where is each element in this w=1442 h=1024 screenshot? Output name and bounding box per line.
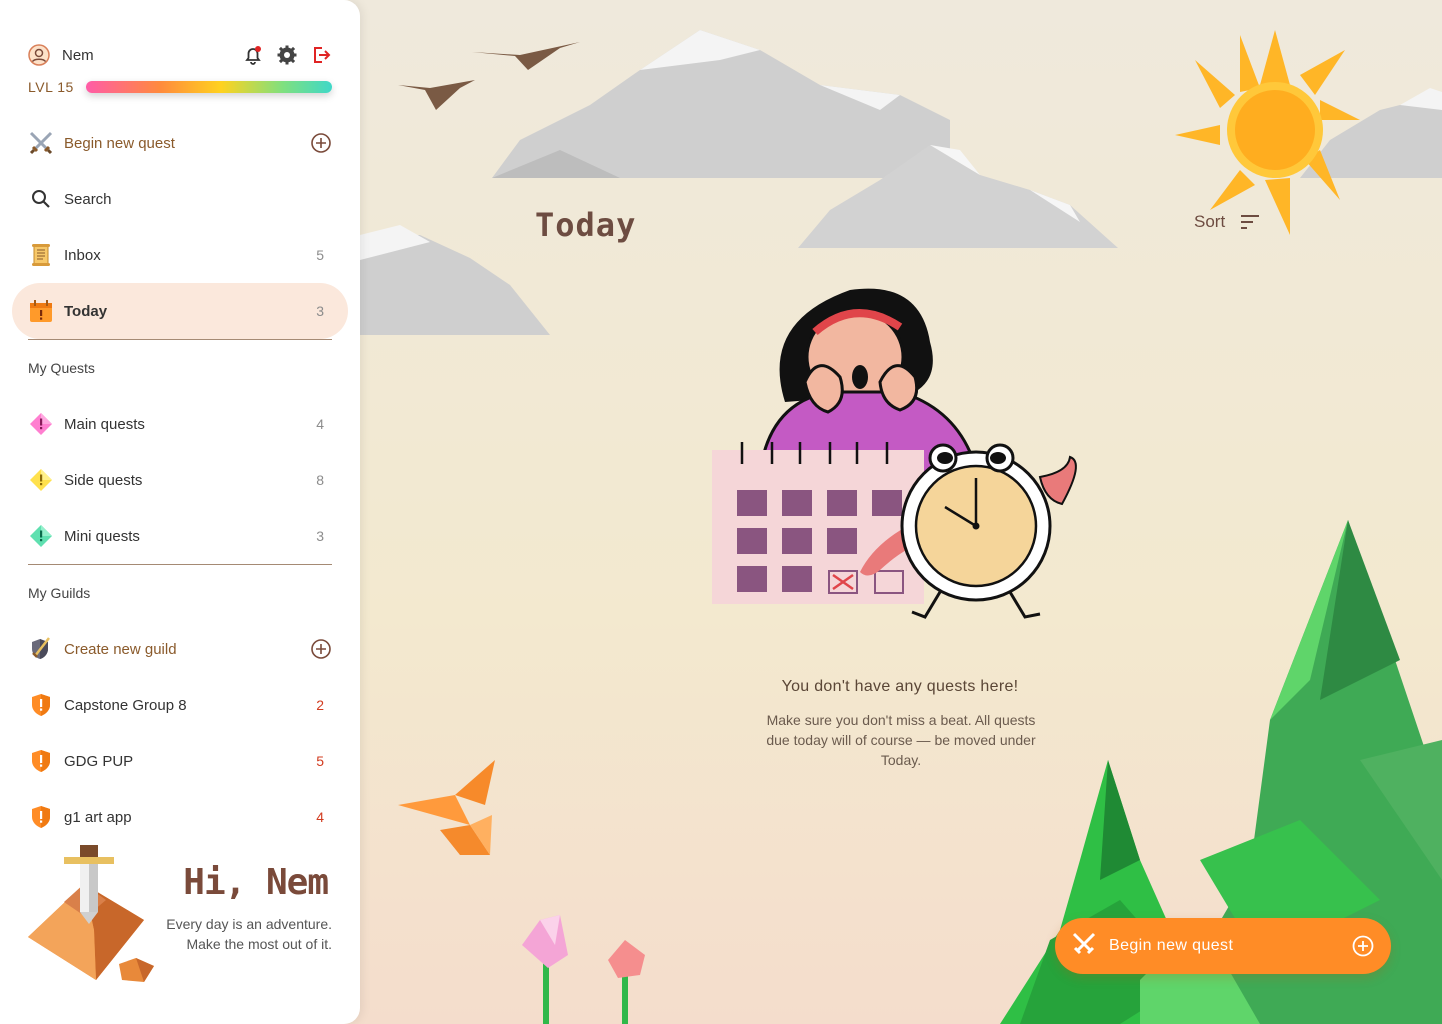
sidebar: Nem LVL 15 Begin new quest Search Inbox … — [0, 0, 360, 1024]
user-row: Nem — [28, 44, 332, 66]
yellow-diamond-alert-icon — [28, 467, 54, 493]
page-title: Today — [535, 206, 637, 244]
create-new-guild-label: Create new guild — [64, 640, 177, 658]
side-quests-label: Side quests — [64, 471, 143, 489]
guild-label: Capstone Group 8 — [64, 696, 187, 714]
guild-count: 4 — [316, 809, 324, 825]
guild-count: 5 — [316, 753, 324, 769]
search-label: Search — [64, 190, 112, 208]
add-circle-icon — [1351, 934, 1375, 958]
begin-new-quest-nav[interactable]: Begin new quest — [12, 115, 348, 171]
begin-new-quest-label: Begin new quest — [64, 134, 175, 152]
pink-diamond-alert-icon — [28, 411, 54, 437]
calendar-alert-icon — [28, 298, 54, 324]
today-label: Today — [64, 302, 108, 320]
mini-quests-count: 3 — [316, 528, 324, 544]
begin-new-quest-button[interactable]: Begin new quest — [1055, 918, 1391, 974]
today-count: 3 — [316, 303, 324, 319]
sword-in-stone-illustration — [28, 845, 154, 982]
my-quests-title: My Quests — [28, 360, 95, 376]
main-quests-count: 4 — [316, 416, 324, 432]
today-nav[interactable]: Today 3 — [12, 283, 348, 339]
empty-state-description: Make sure you don't miss a beat. All que… — [766, 712, 1036, 768]
orange-shield-alert-icon — [28, 692, 54, 718]
create-new-guild-nav[interactable]: Create new guild — [12, 621, 348, 677]
side-quests-count: 8 — [316, 472, 324, 488]
guild-item[interactable]: g1 art app 4 — [12, 789, 348, 845]
crossed-swords-icon — [1071, 931, 1097, 962]
level-row: LVL 15 — [28, 78, 332, 96]
divider — [28, 339, 332, 340]
guild-count: 2 — [316, 697, 324, 713]
scroll-icon — [28, 242, 54, 268]
inbox-label: Inbox — [64, 246, 101, 264]
add-guild-plus-icon[interactable] — [310, 638, 332, 660]
divider — [28, 564, 332, 565]
sort-icon — [1239, 213, 1261, 231]
guild-label: GDG PUP — [64, 752, 134, 770]
inbox-count: 5 — [316, 247, 324, 263]
inbox-nav[interactable]: Inbox 5 — [12, 227, 348, 283]
orange-shield-alert-icon — [28, 804, 54, 830]
xp-progress-bar — [86, 81, 332, 93]
shield-sword-icon — [28, 636, 54, 662]
begin-new-quest-label: Begin new quest — [1109, 937, 1234, 954]
guild-item[interactable]: GDG PUP 5 — [12, 733, 348, 789]
user-name: Nem — [62, 46, 94, 64]
empty-state-title: You don't have any quests here! — [781, 678, 1019, 695]
notification-bell-icon[interactable] — [242, 44, 264, 66]
my-guilds-title: My Guilds — [28, 585, 91, 601]
guild-item[interactable]: Capstone Group 8 2 — [12, 677, 348, 733]
top-icons — [242, 44, 332, 66]
mini-quests-nav[interactable]: Mini quests 3 — [12, 508, 348, 564]
greeting-subtitle: Every day is an adventure. Make the most… — [166, 916, 332, 952]
logout-icon[interactable] — [310, 44, 332, 66]
side-quests-nav[interactable]: Side quests 8 — [12, 452, 348, 508]
main-quests-nav[interactable]: Main quests 4 — [12, 396, 348, 452]
level-label: LVL 15 — [28, 79, 74, 95]
search-icon — [28, 186, 54, 212]
sort-label: Sort — [1194, 212, 1226, 231]
orange-shield-alert-icon — [28, 748, 54, 774]
guild-label: g1 art app — [64, 808, 132, 826]
user-avatar-icon[interactable] — [28, 44, 50, 66]
greeting-title: Hi, Nem — [183, 862, 329, 903]
empty-state-illustration — [712, 288, 1077, 619]
green-diamond-alert-icon — [28, 523, 54, 549]
sort-button[interactable]: Sort — [1194, 212, 1261, 232]
crossed-swords-icon — [28, 130, 54, 156]
search-nav[interactable]: Search — [12, 171, 348, 227]
settings-gear-icon[interactable] — [276, 44, 298, 66]
main-quests-label: Main quests — [64, 415, 145, 433]
mini-quests-label: Mini quests — [64, 527, 140, 545]
add-quest-plus-icon[interactable] — [310, 132, 332, 154]
